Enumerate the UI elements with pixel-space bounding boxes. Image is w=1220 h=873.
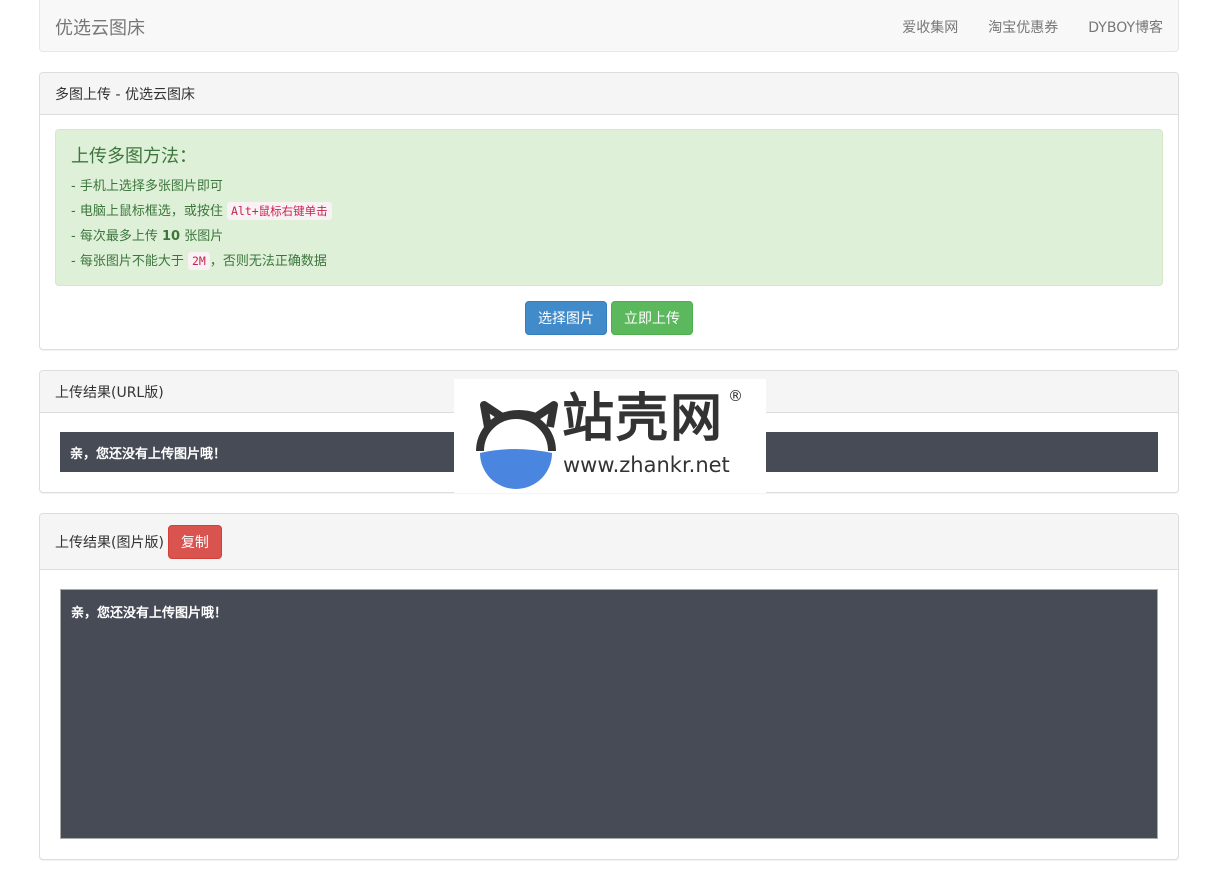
- upload-now-button[interactable]: 立即上传: [611, 301, 693, 335]
- instruction-line-3-text: - 每次最多上传: [71, 229, 162, 244]
- watermark-logo: 站壳网 ® www.zhankr.net: [454, 379, 766, 493]
- max-count: 10: [161, 229, 181, 244]
- upload-panel-heading: 多图上传 - 优选云图床: [40, 73, 1178, 115]
- nav-link-dyboy-blog[interactable]: DYBOY博客: [1088, 17, 1163, 37]
- upload-panel: 多图上传 - 优选云图床 上传多图方法： - 手机上选择多张图片即可 - 电脑上…: [39, 72, 1179, 350]
- image-result-heading-text: 上传结果(图片版): [55, 534, 164, 551]
- registered-mark: ®: [728, 387, 743, 405]
- shortcut-code: Alt+鼠标右键单击: [226, 202, 332, 220]
- nav-links: 爱收集网 淘宝优惠券 DYBOY博客: [902, 17, 1163, 37]
- nav-link-taobao-coupon[interactable]: 淘宝优惠券: [988, 17, 1058, 37]
- nav-link-aishouji[interactable]: 爱收集网: [902, 17, 958, 37]
- instruction-line-2: - 电脑上鼠标框选，或按住 Alt+鼠标右键单击: [71, 199, 1147, 224]
- image-result-panel: 上传结果(图片版) 复制 亲，您还没有上传图片哦！: [39, 513, 1179, 860]
- copy-button[interactable]: 复制: [167, 524, 222, 559]
- instruction-line-1: - 手机上选择多张图片即可: [71, 179, 223, 194]
- instruction-line-4-suffix: ，否则无法正确数据: [209, 254, 327, 269]
- instruction-line-3-suffix: 张图片: [180, 229, 224, 244]
- upload-instructions-alert: 上传多图方法： - 手机上选择多张图片即可 - 电脑上鼠标框选，或按住 Alt+…: [55, 129, 1163, 286]
- brand-logo-text[interactable]: 优选云图床: [55, 14, 145, 40]
- instruction-line-2-text: - 电脑上鼠标框选，或按住: [71, 204, 227, 219]
- cat-logo-icon: [476, 401, 558, 489]
- top-navbar: 优选云图床 爱收集网 淘宝优惠券 DYBOY博客: [39, 0, 1179, 52]
- image-result-heading: 上传结果(图片版) 复制: [40, 514, 1178, 570]
- watermark-url: www.zhankr.net: [563, 453, 730, 477]
- instruction-line-3: - 每次最多上传 10 张图片: [71, 224, 1147, 249]
- select-images-button[interactable]: 选择图片: [525, 301, 607, 335]
- upload-button-row: 选择图片 立即上传: [40, 301, 1178, 335]
- image-result-textarea[interactable]: 亲，您还没有上传图片哦！: [60, 589, 1158, 839]
- max-size-code: 2M: [187, 252, 210, 270]
- instruction-line-4: - 每张图片不能大于 2M ，否则无法正确数据: [71, 249, 1147, 274]
- instructions-title: 上传多图方法：: [71, 146, 197, 167]
- instruction-line-4-text: - 每张图片不能大于: [71, 254, 188, 269]
- watermark-text: 站壳网: [562, 389, 725, 449]
